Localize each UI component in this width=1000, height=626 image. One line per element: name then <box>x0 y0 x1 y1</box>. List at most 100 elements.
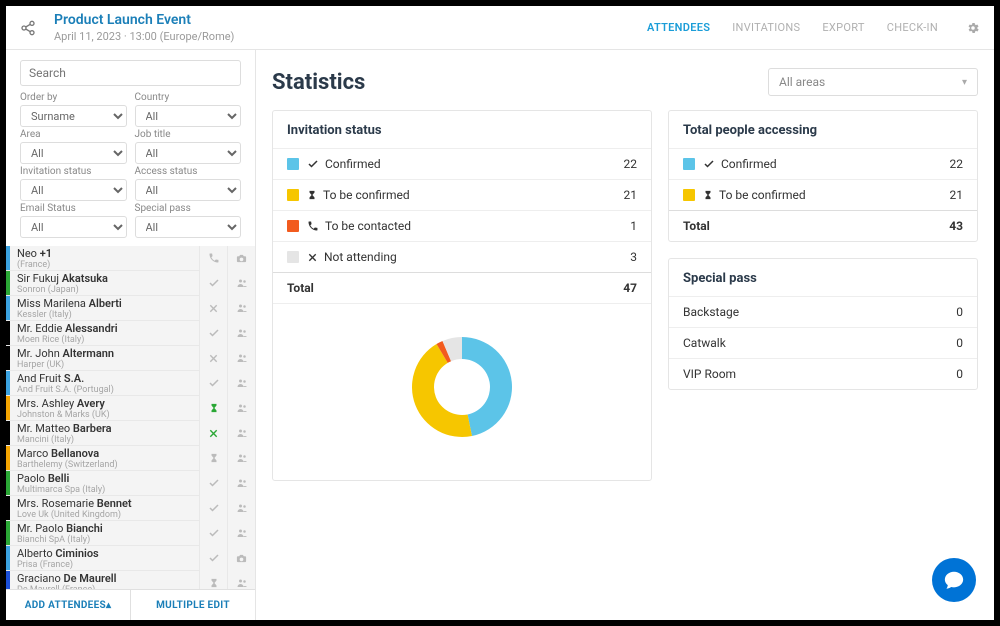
stat-value: 1 <box>630 219 637 233</box>
status-icon[interactable] <box>199 246 227 271</box>
filter-label: Job title <box>135 129 242 140</box>
attendee-row[interactable]: Mr. John Altermann Harper (UK) <box>6 346 255 371</box>
status-icon[interactable] <box>199 471 227 496</box>
status-icon[interactable] <box>199 271 227 296</box>
attendee-sub: Bianchi SpA (Italy) <box>17 535 199 545</box>
attendee-sub: (France) <box>17 260 199 270</box>
attendee-row[interactable]: Neo +1 (France) <box>6 246 255 271</box>
status-icon[interactable] <box>199 496 227 521</box>
action-icon[interactable] <box>227 271 255 296</box>
action-icon[interactable] <box>227 571 255 590</box>
gear-icon[interactable] <box>966 21 980 35</box>
total-label: Total <box>683 219 710 233</box>
attendee-row[interactable]: Miss Marilena Alberti Kessler (Italy) <box>6 296 255 321</box>
attendee-list[interactable]: Neo +1 (France) Sir Fukuj Akatsuka Sonro… <box>6 246 255 589</box>
attendee-row[interactable]: Graciano De Maurell De Maurell (France) <box>6 571 255 589</box>
attendee-name: Alberto Ciminios <box>17 547 199 560</box>
filter-select[interactable]: All <box>20 216 127 238</box>
share-icon[interactable] <box>20 20 36 36</box>
row-actions <box>199 521 255 546</box>
chevron-down-icon: ▾ <box>962 77 967 88</box>
action-icon[interactable] <box>227 371 255 396</box>
nav-checkin[interactable]: CHECK-IN <box>887 21 938 34</box>
status-icon[interactable] <box>199 446 227 471</box>
donut-slice <box>462 337 512 436</box>
attendee-row[interactable]: Sir Fukuj Akatsuka Sonron (Japan) <box>6 271 255 296</box>
row-text: And Fruit S.A. And Fruit S.A. (Portugal) <box>10 372 199 395</box>
legend-swatch <box>287 220 299 232</box>
action-icon[interactable] <box>227 346 255 371</box>
action-icon[interactable] <box>227 496 255 521</box>
nav-invitations[interactable]: INVITATIONS <box>732 21 800 34</box>
action-icon[interactable] <box>227 246 255 271</box>
header: Product Launch Event April 11, 2023 · 13… <box>6 6 994 50</box>
filter-select[interactable]: All <box>20 179 127 201</box>
status-icon[interactable] <box>199 371 227 396</box>
attendee-name: Mr. John Altermann <box>17 347 199 360</box>
stat-row: To be confirmed 21 <box>273 179 651 210</box>
attendee-row[interactable]: Mr. Matteo Barbera Mancini (Italy) <box>6 421 255 446</box>
action-icon[interactable] <box>227 396 255 421</box>
filter-country: Country All <box>135 92 242 127</box>
pass-row: Catwalk0 <box>669 327 977 358</box>
multiple-edit-button[interactable]: MULTIPLE EDIT <box>130 590 255 620</box>
stats-header: Statistics All areas ▾ <box>272 68 978 96</box>
attendee-row[interactable]: Mr. Paolo Bianchi Bianchi SpA (Italy) <box>6 521 255 546</box>
filter-job-title: Job title All <box>135 129 242 164</box>
row-actions <box>199 421 255 446</box>
attendee-name: Graciano De Maurell <box>17 572 199 585</box>
stat-row: To be confirmed 21 <box>669 179 977 210</box>
attendee-row[interactable]: Paolo Belli Multimarca Spa (Italy) <box>6 471 255 496</box>
action-icon[interactable] <box>227 296 255 321</box>
attendee-row[interactable]: And Fruit S.A. And Fruit S.A. (Portugal) <box>6 371 255 396</box>
action-icon[interactable] <box>227 321 255 346</box>
chat-button[interactable] <box>932 558 976 602</box>
attendee-name: Sir Fukuj Akatsuka <box>17 272 199 285</box>
status-icon[interactable] <box>199 346 227 371</box>
status-icon[interactable] <box>199 396 227 421</box>
area-select[interactable]: All areas ▾ <box>768 68 978 96</box>
status-icon[interactable] <box>199 296 227 321</box>
action-icon[interactable] <box>227 471 255 496</box>
row-actions <box>199 321 255 346</box>
app-window: Product Launch Event April 11, 2023 · 13… <box>6 6 994 620</box>
panel-title: Invitation status <box>273 111 651 148</box>
status-icon[interactable] <box>199 421 227 446</box>
attendee-row[interactable]: Mrs. Ashley Avery Johnston & Marks (UK) <box>6 396 255 421</box>
row-actions <box>199 471 255 496</box>
status-icon[interactable] <box>199 521 227 546</box>
filter-select[interactable]: All <box>135 142 242 164</box>
search-input[interactable] <box>20 60 241 86</box>
action-icon[interactable] <box>227 421 255 446</box>
filter-select[interactable]: All <box>20 142 127 164</box>
invitation-total-row: Total 47 <box>273 272 651 303</box>
attendee-row[interactable]: Marco Bellanova Barthelemy (Switzerland) <box>6 446 255 471</box>
action-icon[interactable] <box>227 446 255 471</box>
filter-select[interactable]: All <box>135 105 242 127</box>
action-icon[interactable] <box>227 546 255 571</box>
attendee-sub: Johnston & Marks (UK) <box>17 410 199 420</box>
filter-select[interactable]: All <box>135 216 242 238</box>
nav-attendees[interactable]: ATTENDEES <box>647 21 710 34</box>
stat-value: 21 <box>950 188 964 202</box>
event-subtitle: April 11, 2023 · 13:00 (Europe/Rome) <box>54 30 234 43</box>
nav-export[interactable]: EXPORT <box>822 21 864 34</box>
status-icon[interactable] <box>199 546 227 571</box>
status-icon[interactable] <box>199 571 227 590</box>
x-icon <box>307 252 318 263</box>
row-text: Mrs. Rosemarie Bennet Love Uk (United Ki… <box>10 497 199 520</box>
attendee-row[interactable]: Alberto Ciminios Prisa (France) <box>6 546 255 571</box>
event-title[interactable]: Product Launch Event <box>54 12 234 28</box>
filter-select[interactable]: All <box>135 179 242 201</box>
row-text: Marco Bellanova Barthelemy (Switzerland) <box>10 447 199 470</box>
filter-select[interactable]: Surname <box>20 105 127 127</box>
add-attendees-button[interactable]: ADD ATTENDEES ▴ <box>6 590 130 620</box>
filters: Order by SurnameCountry AllArea AllJob t… <box>6 92 255 246</box>
invitation-status-panel: Invitation status Confirmed 22 To be con… <box>272 110 652 481</box>
attendee-row[interactable]: Mr. Eddie Alessandri Moen Rice (Italy) <box>6 321 255 346</box>
status-icon[interactable] <box>199 321 227 346</box>
search-wrap <box>6 50 255 92</box>
attendee-row[interactable]: Mrs. Rosemarie Bennet Love Uk (United Ki… <box>6 496 255 521</box>
action-icon[interactable] <box>227 521 255 546</box>
stat-label: To be contacted <box>325 219 411 233</box>
